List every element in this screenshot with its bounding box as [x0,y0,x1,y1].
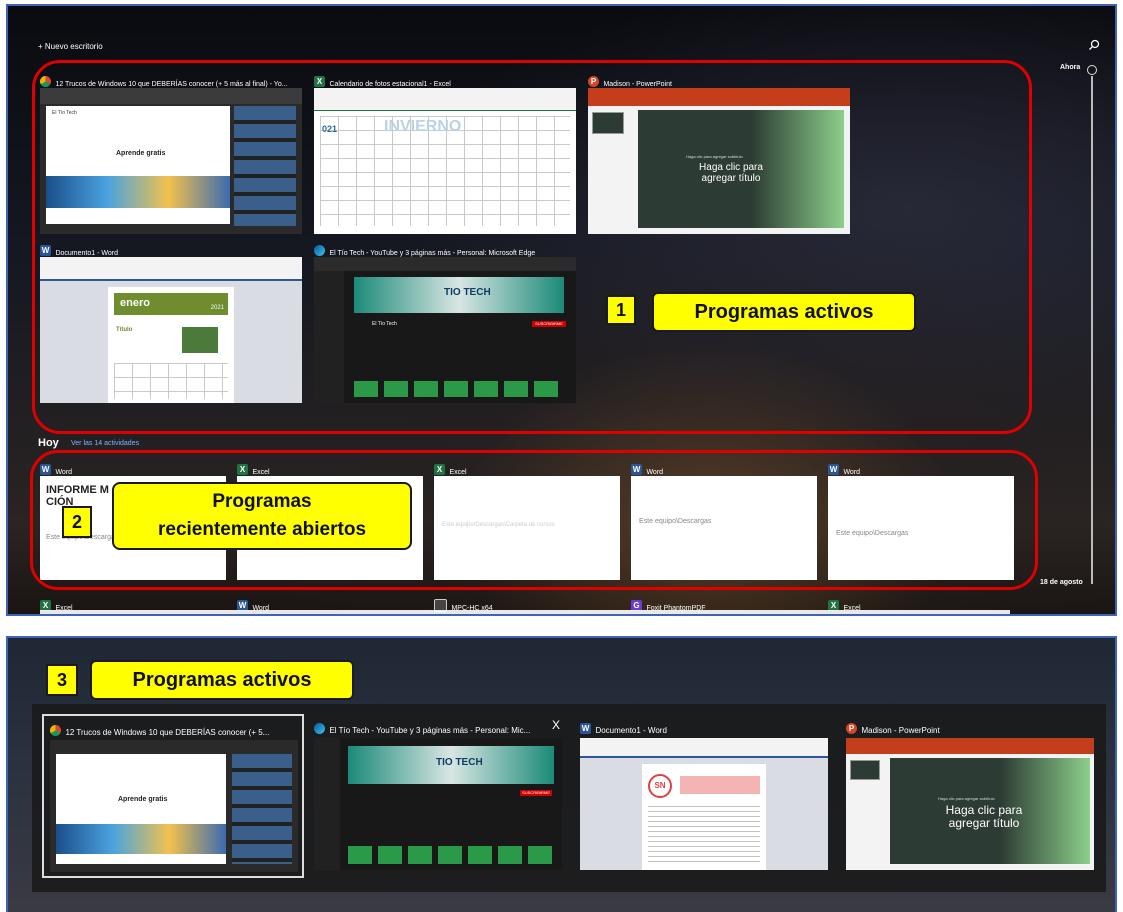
alt-tab-item-powerpoint[interactable]: P Madison - PowerPoint Haga clic para ag… [840,714,1102,878]
alt-tab-item-chrome[interactable]: 12 Trucos de Windows 10 que DEBERÍAS con… [42,714,304,878]
word-icon: W [580,723,591,735]
close-icon[interactable]: X [552,718,560,732]
bottom-item-4[interactable]: G Foxit PhantomPDF [631,597,811,612]
see-all-activities-link[interactable]: Ver las 14 actividades [71,440,139,447]
search-icon[interactable] [1088,38,1100,50]
callout-number-3: 3 [46,664,78,696]
timeline-handle[interactable] [1087,65,1097,75]
powerpoint-icon: P [846,723,857,735]
bottom-item-3[interactable]: MPC-HC x64 [434,597,614,613]
callout-active-programs: Programas activos [652,292,916,332]
date-label: 18 de agosto [1040,579,1083,586]
new-desktop-button[interactable]: + Nuevo escritorio [38,42,103,51]
callout-recent-programs: Programas recientemente abiertos [112,482,412,550]
edge-icon [314,723,325,735]
callout-number-2: 2 [62,506,92,538]
bottom-item-2[interactable]: W Word [237,597,417,612]
bottom-item-1[interactable]: X Excel [40,597,220,612]
callout-active-programs-3: Programas activos [90,660,354,700]
callout-number-1: 1 [606,295,636,325]
timeline-panel: + Nuevo escritorio Ahora 18 de agosto 1 2… [6,4,1117,616]
bottom-row-cards [40,610,1010,614]
timeline-scrollbar[interactable] [1091,76,1093,584]
alt-tab-item-word[interactable]: W Documento1 - Word SN [574,714,836,878]
alt-tab-item-edge[interactable]: El Tío Tech - YouTube y 3 páginas más - … [308,714,570,878]
alt-tab-panel: 3 Programas activos 12 Trucos de Windows… [6,636,1117,912]
highlight-active-programs [32,60,1032,434]
chrome-icon [50,725,61,737]
today-label: Hoy [38,437,59,449]
bottom-item-5[interactable]: X Excel [828,597,1008,612]
now-label: Ahora [1060,64,1081,71]
